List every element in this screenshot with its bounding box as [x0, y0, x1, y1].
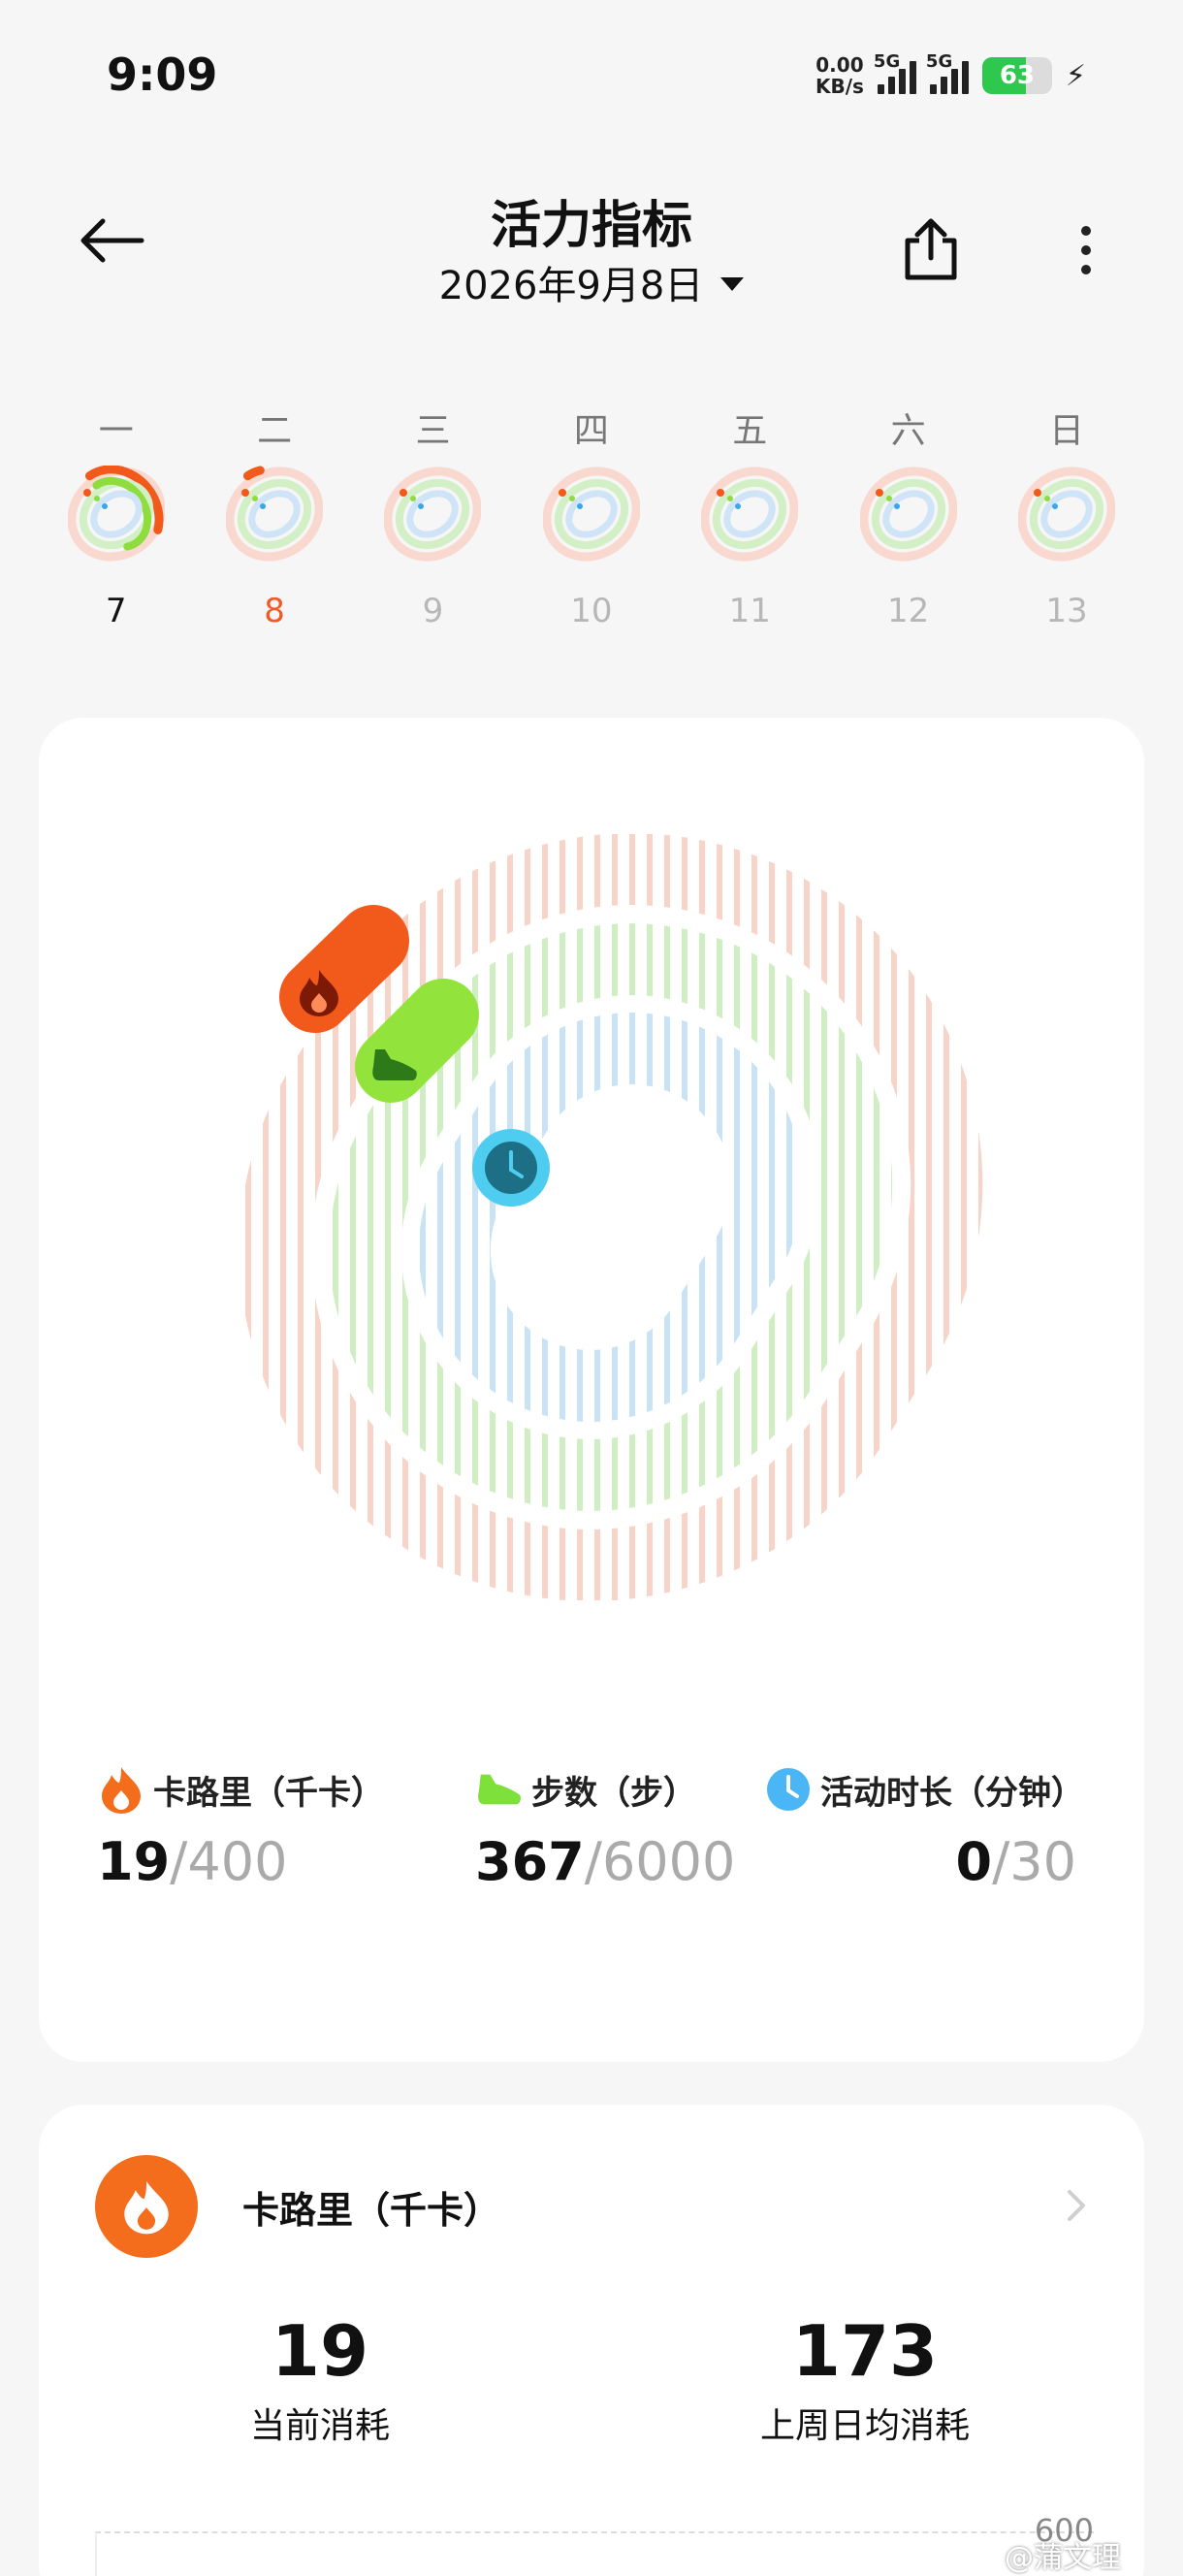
activity-card: 卡路里（千卡） 19/400 步数（步） 367/6000 活动时长（分钟） 0… [39, 718, 1144, 2062]
day-label: 六 [890, 411, 926, 451]
activity-rings [239, 834, 983, 1600]
clock-icon [472, 1129, 550, 1207]
chevron-right-icon[interactable] [1057, 2186, 1096, 2225]
mini-ring-icon [67, 466, 165, 563]
week-strip: 一 7 二 8 三 9 四 10 五 11 六 12 日 13 [37, 398, 1146, 669]
date-label: 2026年9月8日 [438, 264, 704, 308]
mini-ring-icon [226, 466, 324, 563]
share-icon [905, 218, 957, 280]
calorie-card[interactable]: 卡路里（千卡） 19 当前消耗 173 上周日均消耗 600 [39, 2105, 1144, 2576]
duration-ring-track [418, 1013, 804, 1422]
day-number: 12 [887, 592, 930, 630]
day-label: 四 [573, 411, 609, 451]
calorie-card-title: 卡路里（千卡） [242, 2189, 501, 2232]
network-speed-unit: KB/s [815, 75, 864, 98]
network-speed: 0.00 KB/s [815, 54, 864, 97]
flame-icon [95, 2155, 198, 2258]
battery-level: 63 [999, 61, 1036, 90]
day-12[interactable]: 六 12 [829, 398, 987, 669]
page-title: 活力指标 [490, 197, 692, 255]
day-number: 13 [1045, 592, 1088, 630]
status-time: 9:09 [107, 48, 218, 101]
metric-calories[interactable]: 卡路里（千卡） 19/400 [97, 1765, 384, 1892]
day-9[interactable]: 三9 [354, 398, 512, 669]
metric-duration-label: 活动时长（分钟） [820, 1773, 1084, 1813]
metric-duration[interactable]: 活动时长（分钟） 0/30 [764, 1765, 1084, 1892]
mini-ring-icon [542, 467, 640, 562]
metrics-row: 卡路里（千卡） 19/400 步数（步） 367/6000 活动时长（分钟） 0… [39, 1765, 1144, 1959]
sim2-label: 5G [925, 51, 953, 72]
calorie-chart-area [95, 2531, 1094, 2576]
weekly-average-value: 173 [791, 2310, 939, 2392]
mini-ring-icon [384, 467, 482, 562]
metric-duration-value: 0/30 [955, 1831, 1077, 1892]
mini-ring-icon [1018, 467, 1116, 562]
day-13[interactable]: 日 13 [987, 398, 1145, 669]
watermark: @蒲文理 [1005, 2541, 1121, 2575]
metric-calories-label: 卡路里（千卡） [153, 1773, 384, 1813]
metric-steps-value: 367/6000 [475, 1831, 736, 1892]
caret-down-icon [720, 277, 745, 291]
bolt-icon: ⚡ [1065, 58, 1086, 93]
signal-icon: 5G [874, 51, 916, 94]
weekly-average-label: 上周日均消耗 [759, 2406, 970, 2446]
current-consumption-value: 19 [271, 2310, 369, 2392]
day-label: 三 [415, 411, 451, 451]
clock-icon [764, 1765, 813, 1814]
current-consumption: 19 当前消耗 [145, 2310, 495, 2448]
share-button[interactable] [892, 211, 970, 289]
day-11[interactable]: 五 11 [671, 398, 829, 669]
day-number: 11 [728, 592, 771, 630]
day-number: 7 [105, 592, 127, 630]
day-label: 五 [732, 411, 768, 451]
app-screen: 9:09 0.00 KB/s 5G 5G 63 ⚡ 活力指标 2026年9月8日… [0, 0, 1183, 2576]
shoe-icon [475, 1765, 524, 1814]
more-vertical-icon[interactable] [1067, 211, 1105, 289]
metric-steps-label: 步数（步） [531, 1773, 696, 1813]
weekly-average: 173 上周日均消耗 [690, 2310, 1039, 2448]
steps-progress-cap [355, 979, 479, 1103]
day-label: 日 [1049, 411, 1085, 451]
flame-icon [97, 1765, 145, 1814]
current-consumption-label: 当前消耗 [249, 2406, 390, 2446]
day-10[interactable]: 四 10 [512, 398, 670, 669]
header: 活力指标 2026年9月8日 [0, 175, 1183, 330]
day-label: 二 [257, 411, 293, 451]
status-bar: 9:09 0.00 KB/s 5G 5G 63 ⚡ [0, 0, 1183, 145]
mini-ring-icon [701, 467, 799, 562]
network-speed-value: 0.00 [815, 53, 864, 77]
metric-steps[interactable]: 步数（步） 367/6000 [475, 1765, 736, 1893]
signal-icon: 5G [926, 51, 969, 94]
day-8[interactable]: 二8 [195, 398, 353, 669]
day-number: 8 [264, 592, 285, 630]
battery-icon: 63 [981, 57, 1052, 94]
day-number: 10 [570, 592, 613, 630]
sim1-label: 5G [873, 51, 901, 72]
metric-calories-value: 19/400 [97, 1831, 288, 1892]
day-label: 一 [98, 411, 134, 451]
mini-ring-icon [859, 467, 957, 562]
day-7[interactable]: 一7 [37, 398, 195, 669]
day-number: 9 [422, 592, 444, 630]
status-icons: 0.00 KB/s 5G 5G 63 ⚡ [815, 51, 1086, 97]
date-selector[interactable]: 2026年9月8日 [0, 254, 1183, 310]
